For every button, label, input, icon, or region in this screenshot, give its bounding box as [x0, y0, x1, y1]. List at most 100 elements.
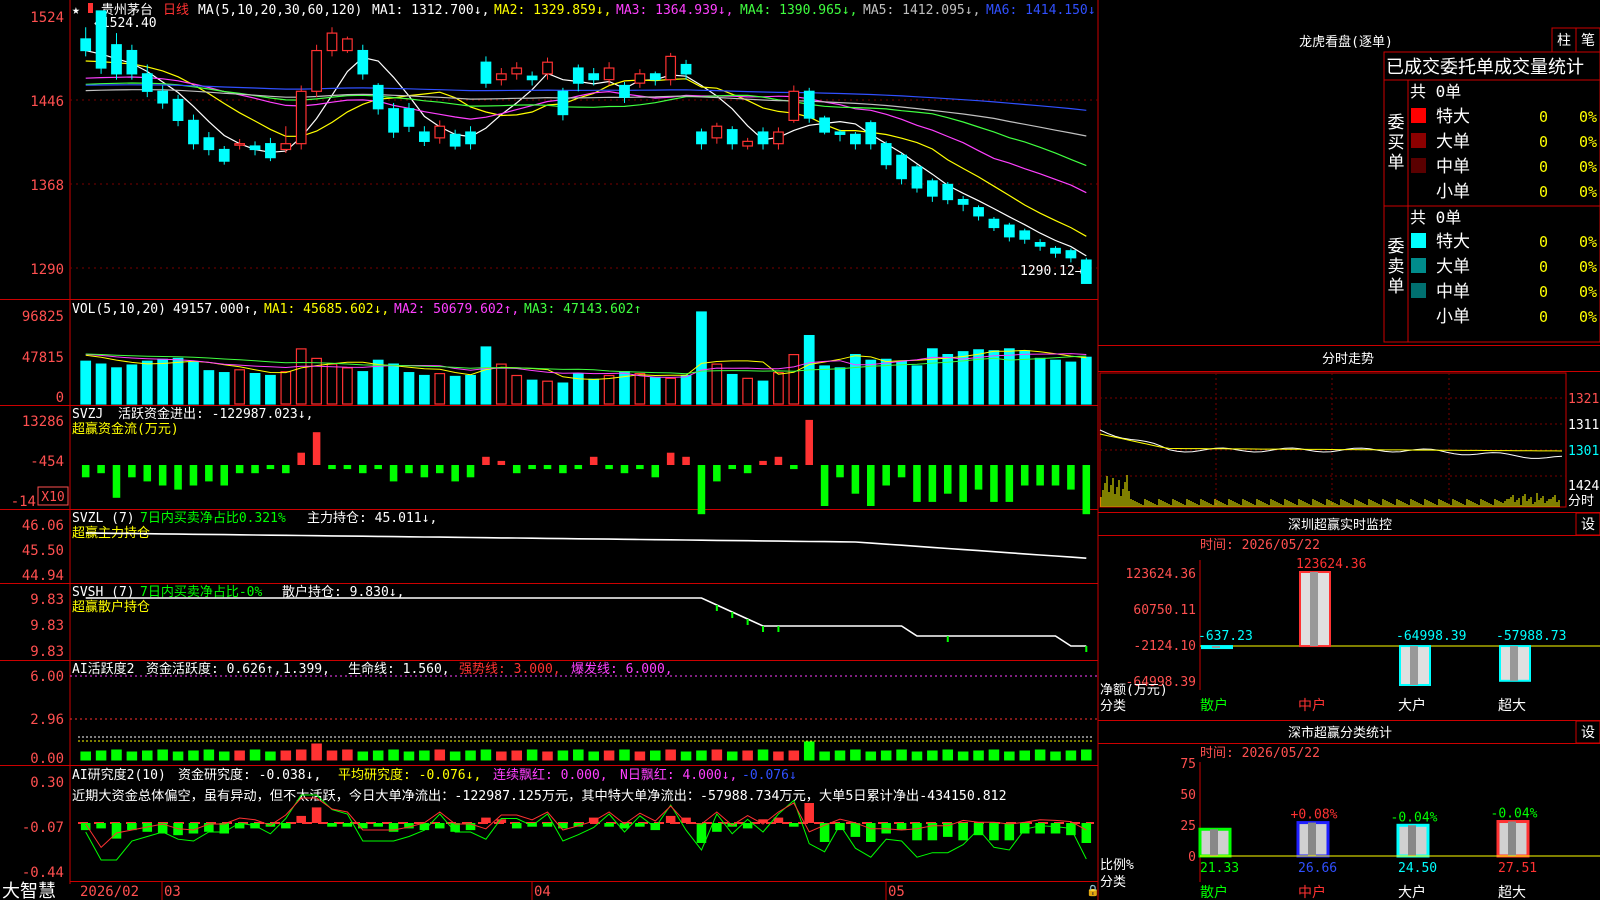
- ai1-tick-2: 0.00: [30, 751, 64, 767]
- svzj-bar: [405, 465, 413, 474]
- svzj-bar: [189, 465, 198, 486]
- ai2-bar: [604, 823, 614, 827]
- candle-body: [234, 143, 246, 146]
- pen-mode-label: 笔: [1581, 33, 1595, 49]
- volume-bar: [249, 372, 261, 405]
- svzj-bar: [435, 465, 444, 474]
- classify-bar-shade: [1308, 822, 1316, 856]
- candle-body: [926, 180, 938, 197]
- candle-body: [757, 131, 769, 145]
- ai1-bar: [619, 749, 630, 761]
- candle-body: [157, 90, 169, 104]
- monitor-bar-shade: [1510, 646, 1518, 681]
- pen-mode-button[interactable]: 笔: [1575, 27, 1600, 53]
- ma2-value: MA2: 1329.859↓,: [494, 3, 611, 18]
- svzj-bar: [605, 465, 613, 470]
- volume-bar: [1065, 361, 1077, 405]
- classify-change-label: -0.04%: [1391, 810, 1438, 825]
- ai1-bar: [573, 749, 584, 761]
- ai1-bar: [449, 751, 461, 761]
- candle-body: [388, 108, 399, 133]
- x10-label: X10: [41, 490, 64, 505]
- volume-bar: [696, 311, 707, 405]
- classify-change-label: +0.08%: [1291, 808, 1338, 823]
- candle-body: [280, 143, 292, 151]
- svsh-tick: [731, 612, 734, 618]
- ma4-value: MA4: 1390.965↓,: [740, 3, 857, 18]
- svsh-tick-0: 9.83: [30, 592, 64, 608]
- candle: [388, 102, 399, 138]
- bar-mode-label: 柱: [1557, 33, 1571, 49]
- ai1-bar: [588, 751, 599, 761]
- lock-icon[interactable]: 🔒: [1086, 884, 1100, 897]
- ai2-bar: [881, 823, 891, 834]
- ai2-bar: [96, 823, 106, 829]
- svzj-label: SVZJ: [72, 407, 103, 422]
- ai1-bar: [326, 750, 338, 761]
- candle-body: [896, 154, 907, 180]
- classify-category-label: 超大: [1498, 885, 1526, 900]
- ai1-bar: [742, 750, 753, 761]
- monitor-settings-button[interactable]: 设: [1575, 512, 1600, 536]
- candle-body: [203, 137, 215, 151]
- ai2-bar: [281, 823, 291, 829]
- lhb-row-count: 0: [1539, 108, 1548, 126]
- ai1-t2: 1.399,: [283, 662, 330, 677]
- x10-badge[interactable]: X10: [37, 486, 69, 506]
- candle-body: [880, 143, 892, 166]
- low-note: 1290.12→: [1020, 264, 1083, 279]
- volume-bar: [834, 367, 846, 405]
- volume-bar: [234, 369, 246, 405]
- classify-settings-button[interactable]: 设: [1575, 720, 1600, 744]
- svzl-tick-1: 45.50: [22, 543, 64, 559]
- ai1-bar: [511, 750, 522, 761]
- svzj-bar: [512, 465, 521, 474]
- svsh-tick: [715, 605, 718, 611]
- sell-side-text: 委卖单: [1388, 237, 1405, 297]
- ai2-bar: [296, 815, 306, 823]
- lhb-row-name: 中单: [1436, 282, 1470, 302]
- ai1-bar: [419, 750, 430, 761]
- ai2-bar: [804, 803, 814, 823]
- lhb-heading: 已成交委托单成交量统计: [1386, 57, 1584, 78]
- svzj-bar: [112, 465, 121, 498]
- candle-body: [619, 84, 630, 98]
- volume-bar: [649, 376, 661, 405]
- candle-body: [726, 129, 738, 145]
- svzj-bar: [297, 452, 305, 465]
- ai1-bar: [372, 750, 384, 761]
- ai1-bar: [726, 751, 738, 761]
- ai1-bar: [249, 749, 261, 761]
- classify-bar-shade: [1508, 821, 1516, 856]
- date-tick-0: 2026/02: [80, 884, 139, 900]
- volume-bar: [511, 374, 523, 405]
- candle-body: [342, 38, 353, 52]
- svzj-bar: [482, 456, 490, 465]
- ai1-bar: [218, 751, 230, 761]
- volume-bar: [95, 363, 107, 405]
- ai1-bar: [496, 751, 507, 761]
- ma1-value: MA1: 1312.700↓,: [372, 3, 489, 18]
- candle-body: [1034, 242, 1046, 247]
- bar-mode-button[interactable]: 柱: [1551, 27, 1577, 53]
- sell-side-text-char: 单: [1388, 277, 1405, 297]
- ai2-bar: [1050, 823, 1061, 834]
- ai1-bar: [295, 749, 307, 761]
- svzj-bar: [836, 465, 844, 478]
- ai2-bar: [665, 815, 676, 823]
- lhb-row-swatch: [1411, 133, 1426, 148]
- monitor-tick-2: -2124.10: [1133, 639, 1196, 654]
- monitor-value-label: -637.23: [1198, 629, 1253, 644]
- monitor-category-label: 散户: [1200, 697, 1228, 714]
- ai2-tick-2: -0.44: [22, 865, 64, 881]
- svzj-bar: [990, 465, 998, 502]
- ai2-tick-0: 0.30: [30, 775, 64, 791]
- ma3-value: MA3: 1364.939↓,: [616, 3, 733, 18]
- ai1-bar: [973, 750, 984, 761]
- svzj-title: 活跃资金进出: -122987.023↓,: [118, 406, 313, 422]
- ai1-bar: [234, 750, 245, 761]
- star-icon[interactable]: ★: [72, 3, 80, 18]
- period-label[interactable]: 日线: [163, 3, 189, 18]
- lhb-row-name: 小单: [1436, 307, 1470, 327]
- svsh-tick: [777, 626, 780, 632]
